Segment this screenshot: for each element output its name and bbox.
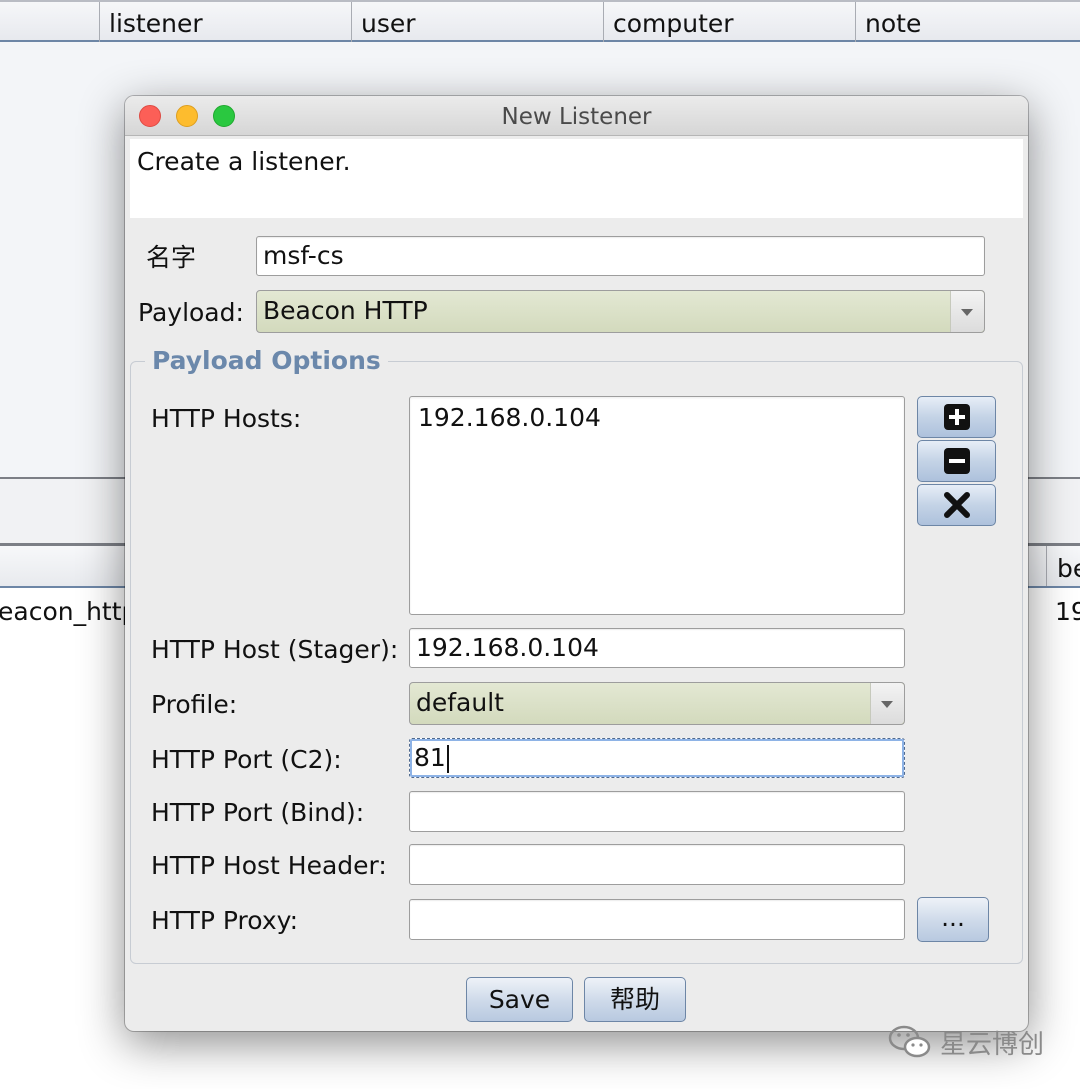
payload-select[interactable]: Beacon HTTP <box>256 290 985 333</box>
sessions-table-header: listener user computer note <box>0 0 1080 42</box>
minus-square-icon <box>943 448 970 474</box>
description-panel: Create a listener. <box>130 139 1023 218</box>
new-listener-dialog: New Listener Create a listener. 名字 msf-c… <box>125 96 1028 1031</box>
watermark-text: 星云博创 <box>940 1029 1045 1060</box>
clear-hosts-button[interactable] <box>917 484 996 526</box>
remove-host-button[interactable] <box>917 440 996 482</box>
add-host-button[interactable] <box>917 396 996 438</box>
wechat-icon <box>888 1025 931 1058</box>
column-header-computer[interactable]: computer <box>603 2 855 42</box>
x-icon <box>943 492 970 518</box>
dialog-title: New Listener <box>501 104 652 130</box>
text-caret <box>446 745 449 773</box>
name-field[interactable]: msf-cs <box>256 236 985 276</box>
column-header-listener[interactable]: listener <box>99 2 351 42</box>
payload-options-title: Payload Options <box>145 344 388 378</box>
watermark: 星云博创 <box>888 1020 1044 1064</box>
stager-host-field[interactable]: 192.168.0.104 <box>409 628 905 668</box>
http-hosts-label: HTTP Hosts: <box>151 404 302 433</box>
help-button[interactable]: 帮助 <box>584 977 686 1022</box>
proxy-field[interactable] <box>409 899 905 940</box>
table-column-header[interactable] <box>0 2 99 42</box>
port-c2-field[interactable]: 81 <box>409 738 905 778</box>
name-label: 名字 <box>146 243 197 272</box>
port-bind-label: HTTP Port (Bind): <box>151 798 365 827</box>
proxy-label: HTTP Proxy: <box>151 906 299 935</box>
payload-label: Payload: <box>138 298 244 327</box>
port-c2-value: 81 <box>414 743 446 772</box>
host-header-field[interactable] <box>409 844 905 885</box>
listener-row-host[interactable]: 19 <box>1055 597 1080 627</box>
proxy-settings-button[interactable]: ... <box>917 897 989 942</box>
stager-host-label: HTTP Host (Stager): <box>151 635 399 664</box>
title-bar[interactable]: New Listener <box>125 96 1028 136</box>
profile-select[interactable]: default <box>409 682 905 725</box>
chevron-down-icon[interactable] <box>870 683 904 724</box>
payload-selected-value: Beacon HTTP <box>263 296 428 325</box>
http-hosts-list[interactable]: 192.168.0.104 <box>409 396 905 615</box>
description-text: Create a listener. <box>137 147 351 176</box>
column-header-user[interactable]: user <box>351 2 603 42</box>
listener-row-name[interactable]: eacon_http <box>0 597 137 627</box>
http-host-item[interactable]: 192.168.0.104 <box>418 401 896 435</box>
port-bind-field[interactable] <box>409 791 905 832</box>
profile-label: Profile: <box>151 690 238 719</box>
save-button[interactable]: Save <box>466 977 573 1022</box>
column-header-note[interactable]: note <box>855 2 1080 42</box>
host-header-label: HTTP Host Header: <box>151 851 387 880</box>
profile-selected-value: default <box>416 688 504 717</box>
port-c2-label: HTTP Port (C2): <box>151 745 342 774</box>
chevron-down-icon[interactable] <box>950 291 984 332</box>
plus-square-icon <box>943 404 970 430</box>
column-header-beacons[interactable]: be <box>1046 546 1080 586</box>
